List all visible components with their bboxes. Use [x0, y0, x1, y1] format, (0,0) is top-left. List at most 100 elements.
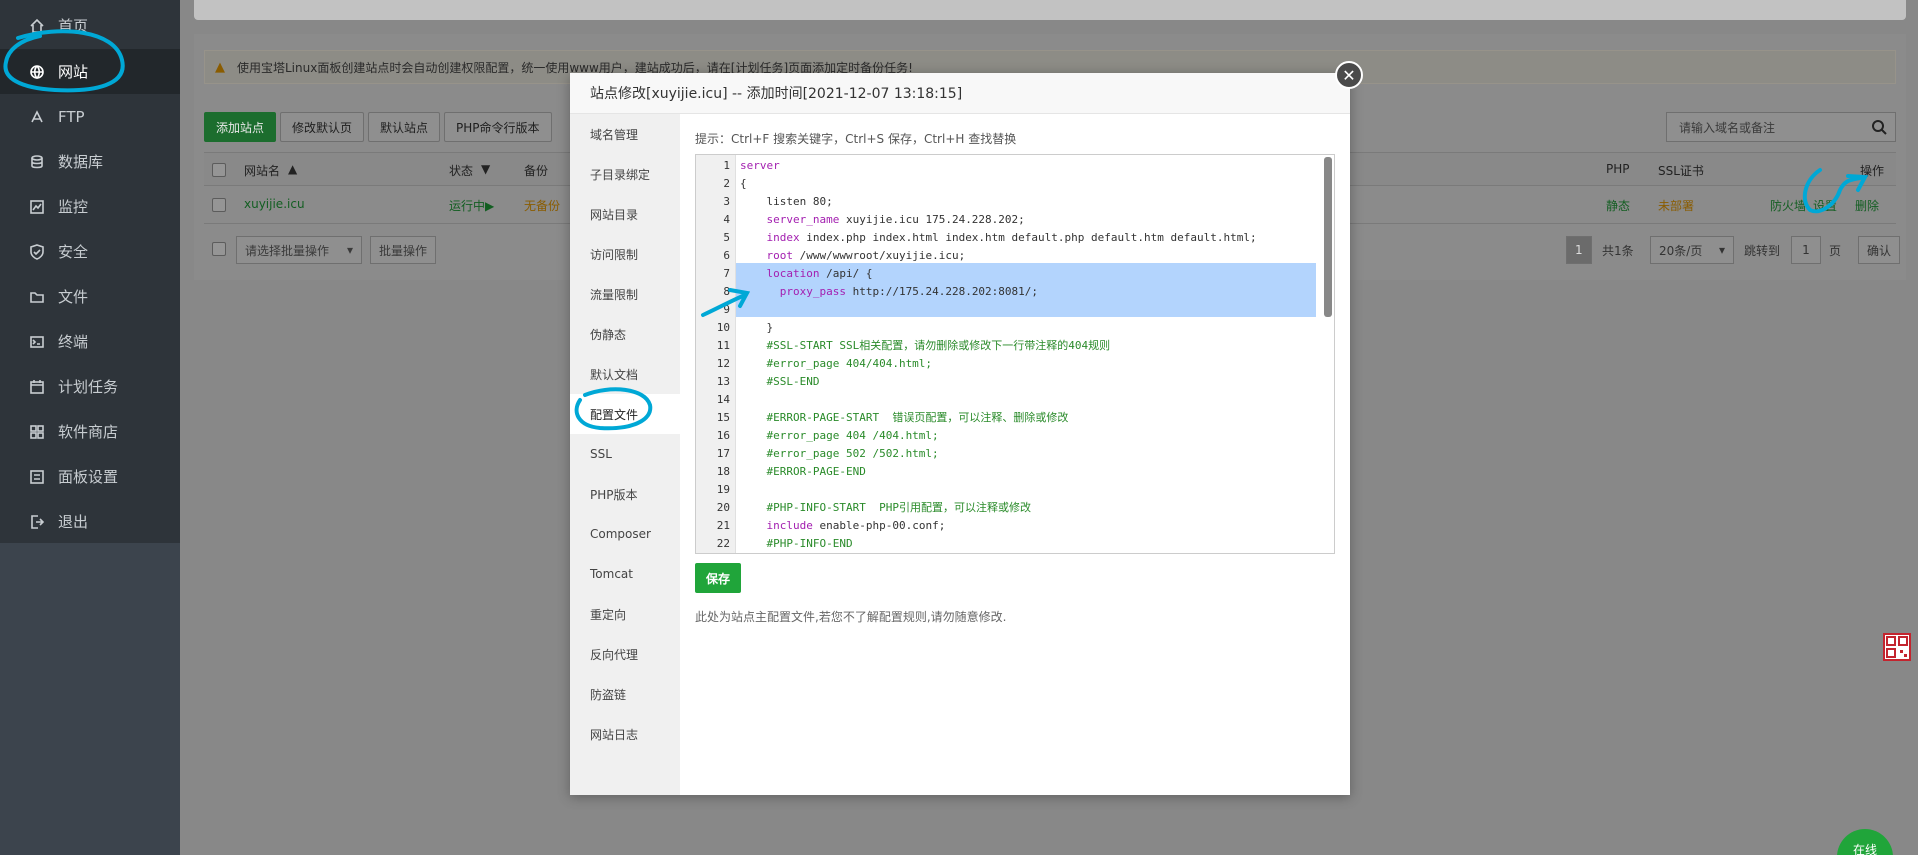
code-line[interactable]: 4 server_name xuyijie.icu 175.24.228.202…: [696, 211, 1316, 229]
delete-link[interactable]: 删除: [1855, 197, 1879, 214]
code-line[interactable]: 1 server: [696, 157, 1316, 175]
add-site-button[interactable]: 添加站点: [204, 112, 277, 142]
code-line[interactable]: 10 }: [696, 319, 1316, 337]
col-status[interactable]: 状态: [449, 162, 473, 179]
code-line[interactable]: 20 #PHP-INFO-START PHP引用配置，可以注释或修改: [696, 499, 1316, 517]
sidebar-item-database[interactable]: 数据库: [0, 139, 180, 184]
code-line[interactable]: 21 include enable-php-00.conf;: [696, 517, 1316, 535]
batch-select[interactable]: 请选择批量操作 ▾: [236, 236, 362, 264]
select-all-checkbox[interactable]: [212, 163, 226, 177]
edit-default-page-button[interactable]: 修改默认页: [280, 112, 365, 142]
php-cli-version-button[interactable]: PHP命令行版本: [444, 112, 552, 142]
sidebar-item-website[interactable]: 网站: [0, 49, 180, 94]
qr-code-icon[interactable]: [1883, 633, 1911, 661]
tab-tomcat[interactable]: Tomcat: [570, 554, 680, 594]
sidebar-item-label: 计划任务: [58, 378, 119, 396]
code-line[interactable]: 5 index index.php index.html index.htm d…: [696, 229, 1316, 247]
code-line[interactable]: 22 #PHP-INFO-END: [696, 535, 1316, 553]
code-line[interactable]: 15 #ERROR-PAGE-START 错误页配置，可以注释、删除或修改: [696, 409, 1316, 427]
tab-php-version[interactable]: PHP版本: [570, 474, 680, 514]
code-line[interactable]: 6 root /www/wwwroot/xuyijie.icu;: [696, 247, 1316, 265]
col-backup: 备份: [524, 164, 549, 178]
search-icon[interactable]: [1871, 119, 1887, 135]
code-line[interactable]: 12 #error_page 404/404.html;: [696, 355, 1316, 373]
tab-subdir[interactable]: 子目录绑定: [570, 154, 680, 194]
code-line[interactable]: 19: [696, 481, 1316, 499]
sidebar-item-security[interactable]: 安全: [0, 229, 180, 274]
chevron-down-icon: ▾: [346, 243, 353, 257]
tab-ssl[interactable]: SSL: [570, 434, 680, 474]
page-suffix: 页: [1829, 244, 1842, 258]
default-site-button[interactable]: 默认站点: [368, 112, 441, 142]
code-text: include enable-php-00.conf;: [766, 519, 946, 532]
save-button[interactable]: 保存: [695, 563, 741, 593]
tab-reverse-proxy[interactable]: 反向代理: [570, 634, 680, 674]
close-icon[interactable]: ✕: [1335, 61, 1363, 89]
tab-default-doc[interactable]: 默认文档: [570, 354, 680, 394]
footer-checkbox[interactable]: [212, 242, 226, 256]
sidebar-nav: 首页 网站 FTP 数据库 监控 安全 文件 终端 计划任务 软件商店 面板设置…: [0, 0, 180, 543]
code-editor[interactable]: 1 server 2{3 listen 80; 4 server_name xuyij…: [695, 154, 1335, 554]
tab-traffic-limit[interactable]: 流量限制: [570, 274, 680, 314]
sidebar-item-ftp[interactable]: FTP: [0, 94, 180, 139]
batch-action-button[interactable]: 批量操作: [370, 236, 437, 264]
line-number: 3: [723, 195, 730, 208]
tab-site-dir[interactable]: 网站目录: [570, 194, 680, 234]
code-line[interactable]: 17 #error_page 502 /502.html;: [696, 445, 1316, 463]
sort-down-icon[interactable]: ▼: [481, 162, 490, 176]
tab-rewrite[interactable]: 伪静态: [570, 314, 680, 354]
code-line[interactable]: 3 listen 80;: [696, 193, 1316, 211]
code-line[interactable]: 7 location /api/ {: [696, 265, 1316, 283]
editor-scrollbar[interactable]: [1324, 157, 1332, 317]
code-line[interactable]: 11 #SSL-START SSL相关配置，请勿删除或修改下一行带注释的404规…: [696, 337, 1316, 355]
sidebar-item-logout[interactable]: 退出: [0, 499, 180, 544]
line-number: 5: [723, 231, 730, 244]
firewall-link[interactable]: 防火墙: [1770, 197, 1806, 214]
code-line[interactable]: 8 proxy_pass http://175.24.228.202:8081/…: [696, 283, 1316, 301]
ssl-value[interactable]: 未部署: [1658, 197, 1694, 214]
modal-tab-list: 域名管理 子目录绑定 网站目录 访问限制 流量限制 伪静态 默认文档 配置文件 …: [570, 114, 680, 795]
page-current[interactable]: 1: [1566, 236, 1592, 264]
tab-composer[interactable]: Composer: [570, 514, 680, 554]
line-number: 9: [723, 303, 730, 316]
site-search-input[interactable]: 请输入域名或备注: [1666, 112, 1896, 142]
code-line[interactable]: 14: [696, 391, 1316, 409]
tab-config-file[interactable]: 配置文件: [570, 394, 680, 434]
sidebar-item-store[interactable]: 软件商店: [0, 409, 180, 454]
sidebar-item-files[interactable]: 文件: [0, 274, 180, 319]
tab-hotlink[interactable]: 防盗链: [570, 674, 680, 714]
tab-redirect[interactable]: 重定向: [570, 594, 680, 634]
code-line[interactable]: 2{: [696, 175, 1316, 193]
jump-page-input[interactable]: 1: [1791, 236, 1821, 264]
code-text: }: [740, 321, 774, 334]
sidebar-item-panel-settings[interactable]: 面板设置: [0, 454, 180, 499]
status-running[interactable]: 运行中▶: [449, 197, 494, 214]
site-name-link[interactable]: xuyijie.icu: [244, 197, 305, 211]
row-checkbox[interactable]: [212, 198, 226, 212]
code-line[interactable]: 9: [696, 301, 1316, 319]
confirm-jump-button[interactable]: 确认: [1858, 236, 1901, 264]
col-site-name[interactable]: 网站名: [244, 162, 280, 179]
line-number: 19: [716, 483, 730, 496]
per-page-select[interactable]: 20条/页 ▾: [1650, 236, 1734, 264]
tab-site-log[interactable]: 网站日志: [570, 714, 680, 754]
settings-link[interactable]: 设置: [1813, 197, 1837, 214]
code-text: #error_page 502 /502.html;: [740, 447, 939, 460]
tab-access-limit[interactable]: 访问限制: [570, 234, 680, 274]
tab-domain[interactable]: 域名管理: [570, 114, 680, 154]
code-line[interactable]: 16 #error_page 404 /404.html;: [696, 427, 1316, 445]
batch-select-value: 请选择批量操作: [245, 243, 330, 258]
sidebar-item-monitor[interactable]: 监控: [0, 184, 180, 229]
code-text: #SSL-END: [740, 375, 820, 388]
php-value[interactable]: 静态: [1606, 197, 1630, 214]
code-line[interactable]: 13 #SSL-END: [696, 373, 1316, 391]
sidebar-item-home[interactable]: 首页: [0, 3, 180, 48]
line-number: 13: [716, 375, 730, 388]
sort-up-icon[interactable]: ▲: [288, 162, 297, 176]
code-line[interactable]: 18 #ERROR-PAGE-END: [696, 463, 1316, 481]
backup-status[interactable]: 无备份: [524, 197, 560, 214]
sidebar-item-terminal[interactable]: 终端: [0, 319, 180, 364]
sidebar-item-cron[interactable]: 计划任务: [0, 364, 180, 409]
line-number: 16: [716, 429, 730, 442]
toolbar: 添加站点 修改默认页 默认站点 PHP命令行版本: [204, 112, 552, 142]
